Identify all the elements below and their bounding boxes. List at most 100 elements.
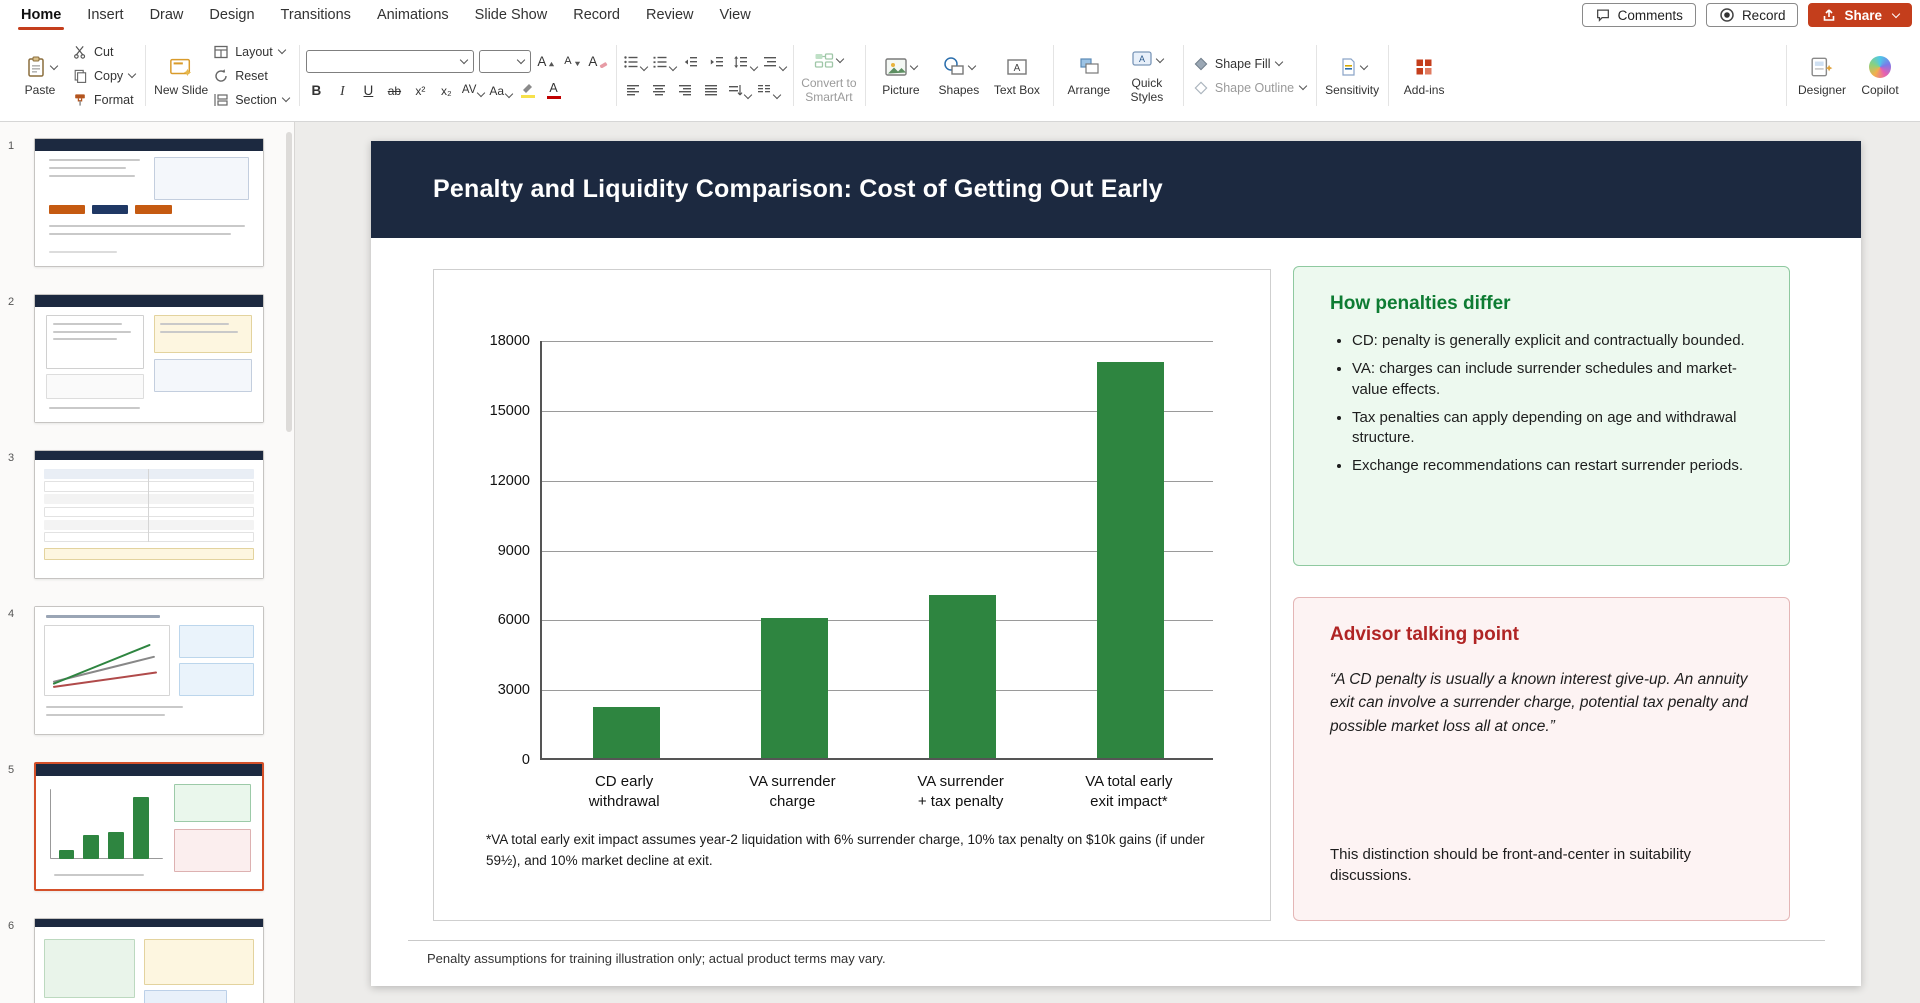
list-level-chevron-icon [778,62,788,71]
menu-tab-review[interactable]: Review [633,0,707,30]
picture-button[interactable]: Picture [872,53,930,98]
menu-tabs: Home Insert Draw Design Transitions Animation… [8,0,764,30]
copy-button[interactable]: Copy [69,67,138,85]
italic-button[interactable]: I [332,80,353,101]
chart[interactable]: 0 3000 6000 9000 12000 15000 18000 CD early wi… [433,269,1271,921]
share-button[interactable]: Share [1808,3,1912,27]
thumbnail-scrollbar[interactable] [286,132,292,432]
menubar-right: Comments Record Share [1581,0,1920,30]
bullet-list-button[interactable] [623,51,649,72]
chart-gridline [542,341,1213,342]
menu-tab-insert[interactable]: Insert [74,0,136,30]
menu-tab-view[interactable]: View [707,0,764,30]
slide-thumbnail-3[interactable] [34,450,264,579]
how-penalties-differ-panel[interactable]: How penalties differ CD: penalty is gene… [1293,266,1790,566]
menu-tab-slide-show[interactable]: Slide Show [462,0,561,30]
add-ins-button[interactable]: Add-ins [1395,53,1453,98]
numbered-list-button[interactable] [652,51,678,72]
editing-canvas: Penalty and Liquidity Comparison: Cost o… [295,122,1920,1003]
green-panel-title: How penalties differ [1330,293,1511,314]
new-slide-button[interactable]: New Slide [152,53,210,98]
menu-tab-draw[interactable]: Draw [137,0,197,30]
clipboard-group: Paste Cut Copy Format [4,33,145,118]
text-direction-button[interactable] [727,79,753,100]
superscript-button[interactable]: x² [410,80,431,101]
menu-tab-home[interactable]: Home [8,0,74,30]
slide-thumbnail-row: 6 [8,918,294,1003]
chart-bar-4[interactable] [1097,362,1165,758]
shape-outline-button[interactable]: Shape Outline [1190,79,1309,97]
shapes-button[interactable]: Shapes [930,53,988,98]
slide-thumbnail-preview [35,139,263,266]
font-color-button[interactable]: A [543,80,564,101]
advisor-talking-point-panel[interactable]: Advisor talking point “A CD penalty is u… [1293,597,1790,921]
decrease-indent-button[interactable] [681,51,702,72]
font-size-combobox[interactable] [478,50,531,73]
cut-icon [72,44,88,60]
columns-button[interactable] [756,79,782,100]
slide-title-bar[interactable]: Penalty and Liquidity Comparison: Cost o… [371,141,1861,238]
format-painter-button[interactable]: Format [69,91,138,109]
slide-canvas[interactable]: Penalty and Liquidity Comparison: Cost o… [371,141,1861,986]
copy-chevron-icon [127,69,137,79]
slide-thumbnail-6[interactable] [34,918,264,1003]
slide-thumbnail-5[interactable] [34,762,264,891]
menu-tab-record[interactable]: Record [560,0,633,30]
reset-button[interactable]: Reset [210,67,292,85]
menu-tab-animations[interactable]: Animations [364,0,462,30]
text-highlight-button[interactable] [517,80,538,101]
paste-button[interactable]: Paste [11,53,69,98]
sensitivity-group: Sensitivity [1316,33,1388,118]
subscript-button[interactable]: x₂ [436,80,457,101]
strikethrough-button[interactable]: ab [384,80,405,101]
slide-number: 6 [8,920,15,932]
chart-bar-3[interactable] [929,595,997,758]
picture-chevron-icon [910,61,919,70]
list-level-button[interactable] [762,51,788,72]
x-axis-category-label: VA total early exit impact* [1085,773,1173,810]
quick-styles-button[interactable]: A Quick Styles [1118,46,1176,105]
share-dropdown-chevron-icon [1891,9,1901,18]
section-button[interactable]: Section [210,91,292,109]
bullet-item: CD: penalty is generally explicit and co… [1352,331,1755,351]
arrange-button[interactable]: Arrange [1060,53,1118,98]
menu-tab-design[interactable]: Design [196,0,267,30]
sensitivity-button[interactable]: Sensitivity [1323,53,1381,98]
smartart-chevron-icon [836,54,845,63]
record-button[interactable]: Record [1705,3,1799,27]
decrease-font-size-button[interactable]: A [562,51,583,72]
underline-button[interactable]: U [358,80,379,101]
clear-formatting-button[interactable]: A [588,51,609,72]
justify-button[interactable] [701,79,722,100]
align-center-button[interactable] [649,79,670,100]
chart-bar-2[interactable] [760,618,828,758]
chart-bar-1[interactable] [592,706,660,758]
font-size-input[interactable] [485,54,514,69]
designer-button[interactable]: Designer [1793,53,1851,98]
increase-font-size-button[interactable]: A [536,51,557,72]
green-panel-bullet-list: CD: penalty is generally explicit and co… [1330,331,1755,477]
increase-indent-button[interactable] [707,51,728,72]
cut-button[interactable]: Cut [69,43,138,61]
font-name-combobox[interactable] [305,50,474,73]
menu-tab-transitions[interactable]: Transitions [268,0,364,30]
slide-thumbnail-1[interactable] [34,138,264,267]
bold-button[interactable]: B [306,80,327,101]
align-left-button[interactable] [623,79,644,100]
font-name-input[interactable] [312,54,457,69]
shape-format-group: Shape Fill Shape Outline [1182,33,1316,118]
text-box-button[interactable]: A Text Box [988,53,1046,98]
line-spacing-button[interactable] [733,51,759,72]
layout-button[interactable]: Layout [210,43,292,61]
slide-thumbnail-2[interactable] [34,294,264,423]
character-spacing-button[interactable]: AV [462,80,486,101]
shape-fill-button[interactable]: Shape Fill [1190,55,1309,73]
align-right-button[interactable] [675,79,696,100]
copilot-button[interactable]: Copilot [1851,53,1909,98]
shape-fill-chevron-icon [1275,57,1284,67]
comments-button[interactable]: Comments [1581,3,1696,27]
change-case-button[interactable]: Aa [489,80,514,101]
convert-to-smartart-button[interactable]: Convert to SmartArt [800,46,858,105]
slide-thumbnail-4[interactable] [34,606,264,735]
shape-outline-icon [1193,80,1209,96]
